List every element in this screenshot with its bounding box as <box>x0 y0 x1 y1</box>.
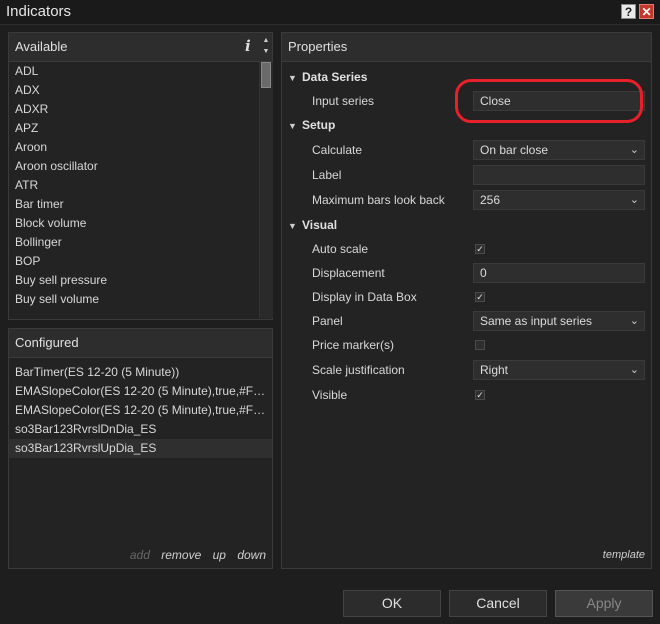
available-scrollbar[interactable] <box>259 62 273 318</box>
section-title: Visual <box>302 218 338 232</box>
section-title: Data Series <box>302 70 368 84</box>
panel-value: Same as input series <box>480 314 593 328</box>
sort-up-icon[interactable]: ▲ <box>261 37 271 47</box>
available-item[interactable]: ADXR <box>9 100 259 119</box>
auto-scale-label: Auto scale <box>312 242 369 256</box>
display-data-box-label: Display in Data Box <box>312 290 417 304</box>
collapse-icon[interactable]: ▼ <box>288 73 302 83</box>
help-icon[interactable]: ? <box>621 4 636 19</box>
available-item[interactable]: ADL <box>9 62 259 81</box>
properties-header: Properties <box>282 33 651 62</box>
available-item[interactable]: Buy sell pressure <box>9 271 259 290</box>
available-item[interactable]: BOP <box>9 252 259 271</box>
ok-button[interactable]: OK <box>343 590 441 617</box>
configured-item[interactable]: so3Bar123RvrslDnDia_ES <box>9 420 272 439</box>
displacement-input[interactable]: 0 <box>473 263 645 283</box>
input-series-label: Input series <box>312 94 375 108</box>
window-title: Indicators <box>6 3 72 20</box>
calculate-value: On bar close <box>480 143 549 157</box>
configured-header: Configured <box>9 329 272 358</box>
available-item[interactable]: ATR <box>9 176 259 195</box>
available-header: Available <box>9 33 272 62</box>
configured-item[interactable]: BarTimer(ES 12-20 (5 Minute)) <box>9 363 272 382</box>
scale-justification-select[interactable]: Right ⌄ <box>473 360 645 380</box>
scrollbar-thumb[interactable] <box>261 62 271 88</box>
max-bars-select[interactable]: 256 ⌄ <box>473 190 645 210</box>
available-panel: Available i ▲ ▼ ADL ADX ADXR APZ Aroon A… <box>8 32 273 320</box>
sort-down-icon[interactable]: ▼ <box>261 48 271 58</box>
collapse-icon[interactable]: ▼ <box>288 121 302 131</box>
label-input[interactable] <box>473 165 645 185</box>
section-setup[interactable]: ▼ Setup <box>288 118 335 132</box>
chevron-down-icon: ⌄ <box>629 144 639 156</box>
highlight-annotation <box>455 79 643 123</box>
panel-label: Panel <box>312 314 343 328</box>
configured-item[interactable]: EMASlopeColor(ES 12-20 (5 Minute),true,#… <box>9 382 272 401</box>
available-item[interactable]: Bollinger <box>9 233 259 252</box>
available-title: Available <box>15 39 68 54</box>
label-label: Label <box>312 168 342 182</box>
calculate-label: Calculate <box>312 143 363 157</box>
title-bar: Indicators ? ✕ <box>0 0 660 25</box>
scale-justification-value: Right <box>480 363 509 377</box>
available-item[interactable]: Aroon <box>9 138 259 157</box>
available-item[interactable]: ADX <box>9 81 259 100</box>
configured-actions: add remove up down <box>122 548 266 562</box>
display-data-box-checkbox[interactable]: ✓ <box>475 292 485 302</box>
price-markers-checkbox[interactable] <box>475 340 485 350</box>
calculate-select[interactable]: On bar close ⌄ <box>473 140 645 160</box>
remove-link[interactable]: remove <box>161 548 201 562</box>
down-link[interactable]: down <box>237 548 266 562</box>
chevron-down-icon: ⌄ <box>629 194 639 206</box>
chevron-down-icon: ⌄ <box>629 364 639 376</box>
visible-checkbox[interactable]: ✓ <box>475 390 485 400</box>
max-bars-label: Maximum bars look back <box>312 193 445 207</box>
available-item[interactable]: APZ <box>9 119 259 138</box>
info-icon[interactable]: i <box>245 37 251 55</box>
chevron-down-icon: ⌄ <box>629 315 639 327</box>
section-data-series[interactable]: ▼ Data Series <box>288 70 367 84</box>
properties-panel: Properties ▼ Data Series Input series Clo… <box>281 32 652 569</box>
close-icon[interactable]: ✕ <box>639 4 654 19</box>
apply-button[interactable]: Apply <box>555 590 653 617</box>
up-link[interactable]: up <box>213 548 226 562</box>
configured-list: BarTimer(ES 12-20 (5 Minute)) EMASlopeCo… <box>9 363 272 458</box>
configured-panel: Configured BarTimer(ES 12-20 (5 Minute))… <box>8 328 273 569</box>
section-visual[interactable]: ▼ Visual <box>288 218 337 232</box>
displacement-value: 0 <box>480 266 487 280</box>
displacement-label: Displacement <box>312 266 385 280</box>
template-link[interactable]: template <box>603 549 645 561</box>
available-item[interactable]: Aroon oscillator <box>9 157 259 176</box>
scale-justification-label: Scale justification <box>312 363 405 377</box>
available-item[interactable]: Bar timer <box>9 195 259 214</box>
configured-item-selected[interactable]: so3Bar123RvrslUpDia_ES <box>9 439 272 458</box>
auto-scale-checkbox[interactable]: ✓ <box>475 244 485 254</box>
visible-label: Visible <box>312 388 348 402</box>
max-bars-value: 256 <box>480 193 501 207</box>
available-item[interactable]: Block volume <box>9 214 259 233</box>
panel-select[interactable]: Same as input series ⌄ <box>473 311 645 331</box>
available-item[interactable]: Buy sell volume <box>9 290 259 309</box>
section-title: Setup <box>302 118 336 132</box>
cancel-button[interactable]: Cancel <box>449 590 547 617</box>
add-link[interactable]: add <box>130 548 150 562</box>
configured-title: Configured <box>15 335 79 350</box>
properties-title: Properties <box>288 39 348 54</box>
configured-item[interactable]: EMASlopeColor(ES 12-20 (5 Minute),true,#… <box>9 401 272 420</box>
price-markers-label: Price marker(s) <box>312 338 395 352</box>
available-list: ADL ADX ADXR APZ Aroon Aroon oscillator … <box>9 62 259 318</box>
collapse-icon[interactable]: ▼ <box>288 221 302 231</box>
